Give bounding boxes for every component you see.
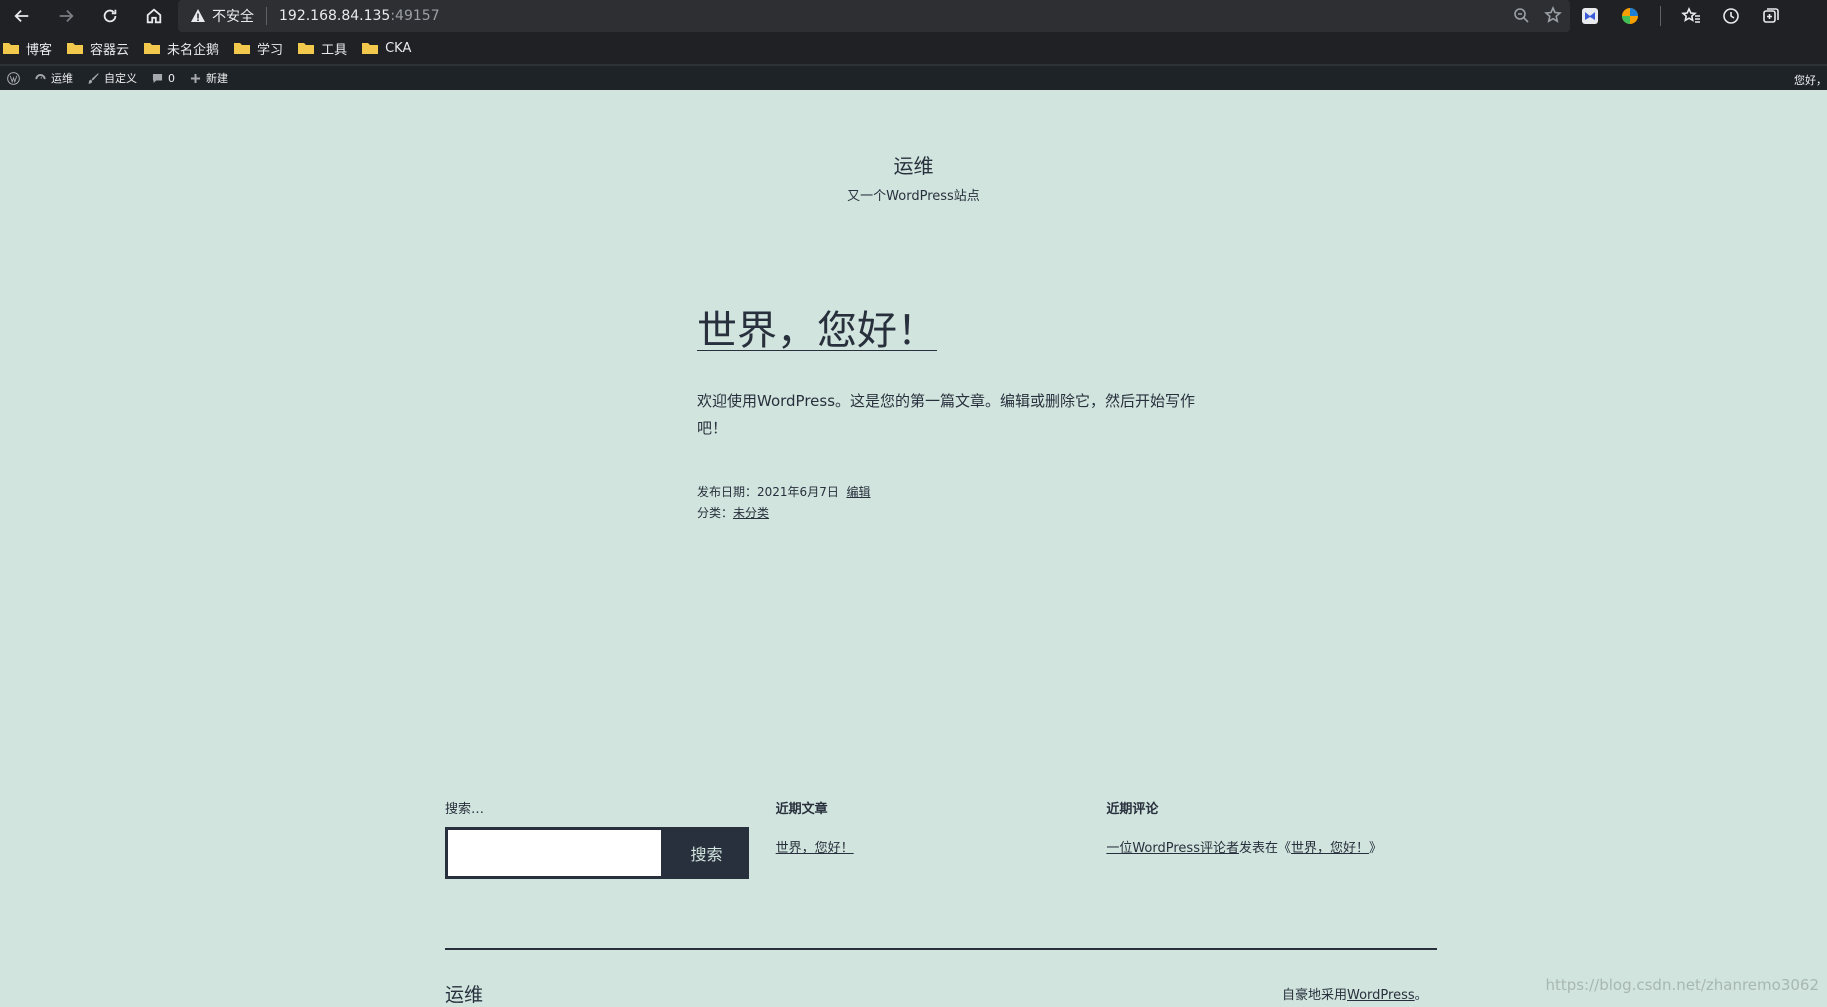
recent-post-item: 世界，您好！ xyxy=(776,837,1107,856)
address-separator xyxy=(266,7,267,25)
url-host: 192.168.84.135 xyxy=(279,8,391,24)
back-arrow-icon xyxy=(14,9,29,23)
home-icon xyxy=(146,8,162,24)
admin-customize-label: 自定义 xyxy=(104,72,137,85)
forward-button[interactable] xyxy=(44,0,88,32)
reload-button[interactable] xyxy=(88,0,132,32)
address-bar-actions xyxy=(1512,6,1562,24)
powered-suffix: 。 xyxy=(1414,988,1428,1003)
dashboard-icon xyxy=(35,73,46,79)
comment-post-link[interactable]: 世界，您好！ xyxy=(1291,841,1369,856)
folder-icon xyxy=(67,43,84,54)
category-label: 分类： xyxy=(697,506,734,520)
bookmark-label: 学习 xyxy=(257,42,284,58)
site-description: 又一个WordPress站点 xyxy=(847,189,980,204)
admin-comments-count: 0 xyxy=(168,71,175,85)
brush-icon xyxy=(88,72,99,84)
admin-comments[interactable]: 0 xyxy=(144,72,182,85)
edit-post-link[interactable]: 编辑 xyxy=(846,485,870,499)
recent-posts-title: 近期文章 xyxy=(775,802,828,817)
back-button[interactable] xyxy=(0,0,44,32)
admin-new-label: 新建 xyxy=(206,72,228,85)
recent-posts-widget: 近期文章 世界，您好！ xyxy=(776,798,1107,879)
profile-extension-icon[interactable] xyxy=(1620,6,1640,26)
post-body: 欢迎使用WordPress。这是您的第一篇文章。编辑或删除它，然后开始写作吧！ xyxy=(697,392,1196,437)
category-link[interactable]: 未分类 xyxy=(733,506,769,520)
bookmark-folder-blog[interactable]: 博客 xyxy=(2,39,52,58)
toolbar-separator xyxy=(1660,6,1661,26)
recent-post-link[interactable]: 世界，您好！ xyxy=(776,841,854,856)
site-header: 运维 又一个WordPress站点 xyxy=(0,150,1827,204)
powered-by-link[interactable]: WordPress xyxy=(1347,988,1415,1003)
search-label: 搜索… xyxy=(445,802,485,817)
add-favorite-icon[interactable] xyxy=(1544,6,1562,24)
bookmarks-bar: 博客 容器云 未名企鹅 学习 工具 CKA xyxy=(0,32,1827,64)
browser-toolbar: 不安全 192.168.84.135:49157 xyxy=(0,0,1827,32)
collections-icon[interactable] xyxy=(1761,6,1781,26)
comment-close-text: 》 xyxy=(1369,841,1383,856)
address-bar[interactable]: 不安全 192.168.84.135:49157 xyxy=(178,0,1570,32)
wordpress-logo-icon xyxy=(7,71,20,85)
admin-site-name[interactable]: 运维 xyxy=(27,70,80,86)
reload-icon xyxy=(103,9,117,23)
bookmark-label: CKA xyxy=(385,40,412,56)
search-input[interactable] xyxy=(445,827,664,879)
post-category-row: 分类：未分类 xyxy=(697,503,1197,524)
bookmark-folder-penguin[interactable]: 未名企鹅 xyxy=(143,39,219,58)
favorites-icon[interactable] xyxy=(1681,6,1701,26)
admin-new-content[interactable]: 新建 xyxy=(182,70,235,86)
search-widget: 搜索… 搜索 xyxy=(445,798,776,879)
watermark: https://blog.csdn.net/zhanremo3062 xyxy=(1545,976,1819,994)
published-date: 2021年6月7日 xyxy=(757,485,839,499)
powered-prefix: 自豪地采用 xyxy=(1282,988,1348,1003)
footer-widgets: 搜索… 搜索 近期文章 世界，您好！ 近期评论 一位WordPress评论者发表… xyxy=(445,798,1437,879)
admin-account-greeting[interactable]: 您好， xyxy=(1794,72,1827,88)
search-button[interactable]: 搜索 xyxy=(664,827,749,879)
url-port: :49157 xyxy=(390,8,440,24)
browser-chrome: 不安全 192.168.84.135:49157 博客 容器云 未名企鹅 学习… xyxy=(0,0,1827,64)
bookmark-folder-tools[interactable]: 工具 xyxy=(297,39,347,58)
plus-icon xyxy=(190,73,201,83)
extensions-area xyxy=(1580,0,1781,32)
folder-icon xyxy=(144,43,161,54)
security-label[interactable]: 不安全 xyxy=(212,6,254,26)
post-title[interactable]: 世界，您好！ xyxy=(697,298,1197,356)
site-title[interactable]: 运维 xyxy=(0,150,1827,179)
bookmark-folder-container-cloud[interactable]: 容器云 xyxy=(66,39,129,58)
post-meta: 发布日期：2021年6月7日 编辑 分类：未分类 xyxy=(697,482,1197,524)
admin-customize[interactable]: 自定义 xyxy=(80,70,144,86)
recent-comments-widget: 近期评论 一位WordPress评论者发表在《世界，您好！》 xyxy=(1106,798,1437,879)
recent-comments-title: 近期评论 xyxy=(1106,802,1159,817)
bookmark-label: 工具 xyxy=(321,42,348,58)
home-button[interactable] xyxy=(132,0,176,32)
wp-admin-bar: 运维 自定义 0 新建 您好， xyxy=(0,64,1827,90)
bookmark-folder-study[interactable]: 学习 xyxy=(233,39,283,58)
comment-on-text: 发表在《 xyxy=(1238,841,1291,856)
folder-icon xyxy=(234,43,251,54)
forward-arrow-icon xyxy=(59,9,74,23)
footer-powered-by: 自豪地采用WordPress。 xyxy=(1282,984,1428,1003)
search-form: 搜索 xyxy=(445,827,776,879)
bookmark-label: 容器云 xyxy=(90,42,130,58)
post-date-row: 发布日期：2021年6月7日 编辑 xyxy=(697,482,1197,503)
footer-divider xyxy=(445,948,1437,950)
recent-comment-item: 一位WordPress评论者发表在《世界，您好！》 xyxy=(1106,837,1437,856)
footer-site-title[interactable]: 运维 xyxy=(445,980,483,1007)
folder-icon xyxy=(362,43,379,54)
wp-logo-menu[interactable] xyxy=(0,71,27,85)
bookmark-folder-cka[interactable]: CKA xyxy=(361,41,411,56)
extension-icon[interactable] xyxy=(1580,6,1600,26)
warning-icon xyxy=(191,9,205,22)
comment-icon xyxy=(152,73,163,83)
folder-icon xyxy=(298,43,315,54)
history-icon[interactable] xyxy=(1721,6,1741,26)
post: 世界，您好！ 欢迎使用WordPress。这是您的第一篇文章。编辑或删除它，然后… xyxy=(697,298,1197,524)
published-label: 发布日期： xyxy=(697,485,758,499)
bookmark-label: 未名企鹅 xyxy=(167,42,220,58)
bookmark-label: 博客 xyxy=(26,42,53,58)
folder-icon xyxy=(3,43,19,54)
comment-author-link[interactable]: 一位WordPress评论者 xyxy=(1106,841,1239,856)
admin-site-name-label: 运维 xyxy=(51,72,73,85)
zoom-out-icon[interactable] xyxy=(1512,6,1530,24)
